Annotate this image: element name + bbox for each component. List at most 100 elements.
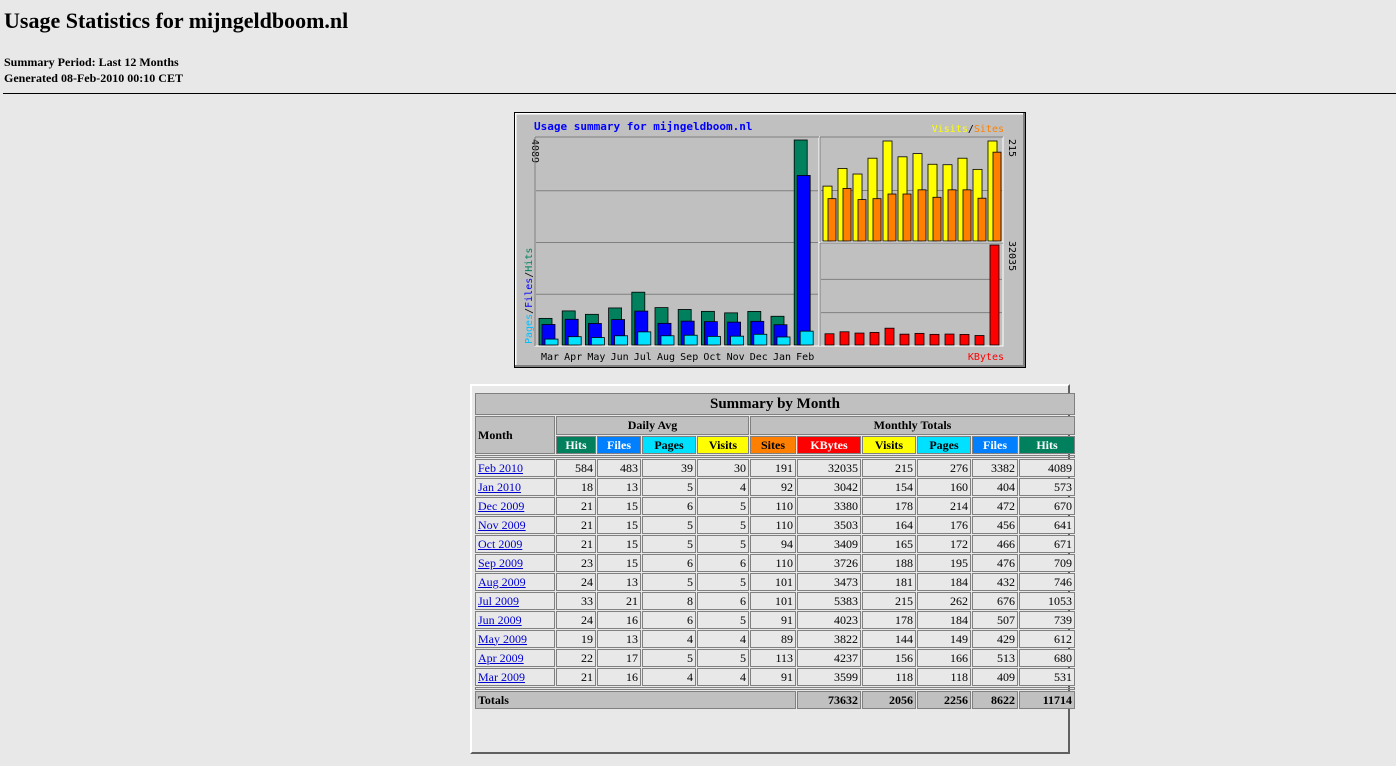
month-link[interactable]: Feb 2010: [478, 461, 523, 475]
totals-row: Totals 73632 2056 2256 8622 11714: [475, 691, 1076, 709]
month-link[interactable]: Apr 2009: [478, 651, 524, 665]
monthly-files-cell: 466: [972, 535, 1018, 553]
month-axis-label: Jun: [611, 352, 629, 363]
daily-visits-cell: 5: [697, 573, 749, 591]
monthly-files-cell: 472: [972, 497, 1018, 515]
daily-files-cell: 15: [597, 554, 641, 572]
monthly-kbytes-cell: 3726: [797, 554, 861, 572]
daily-pages-cell: 4: [642, 668, 696, 686]
monthly-visits-cell: 181: [862, 573, 916, 591]
monthly-sites-cell: 101: [750, 592, 796, 610]
monthly-hits-cell: 680: [1019, 649, 1076, 667]
month-cell: Nov 2009: [475, 516, 555, 534]
month-cell: Jun 2009: [475, 611, 555, 629]
monthly-sites-header: Sites: [750, 436, 796, 454]
table-row: Mar 2009 21 16 4 4 91 3599 118 118 409 531: [475, 668, 1076, 686]
daily-pages-cell: 5: [642, 649, 696, 667]
month-axis-label: Dec: [750, 352, 768, 363]
table-row: Apr 2009 22 17 5 5 113 4237 156 166 513 680: [475, 649, 1076, 667]
month-link[interactable]: Oct 2009: [478, 537, 522, 551]
totals-label: Totals: [475, 691, 796, 709]
month-link[interactable]: Dec 2009: [478, 499, 524, 513]
axis-label-files: Files: [524, 278, 535, 308]
sites-bar: [857, 199, 867, 242]
table-row: Oct 2009 21 15 5 5 94 3409 165 172 466 671: [475, 535, 1076, 553]
table-row: Jan 2010 18 13 5 4 92 3042 154 160 404 573: [475, 478, 1076, 496]
month-axis-label: Aug: [657, 352, 675, 363]
month-link[interactable]: Jan 2010: [478, 480, 521, 494]
month-link[interactable]: Aug 2009: [478, 575, 526, 589]
table-row: Aug 2009 24 13 5 5 101 3473 181 184 432 746: [475, 573, 1076, 591]
monthly-files-cell: 429: [972, 630, 1018, 648]
monthly-files-cell: 676: [972, 592, 1018, 610]
monthly-sites-cell: 91: [750, 611, 796, 629]
month-column-header: Month: [475, 416, 555, 454]
daily-pages-cell: 8: [642, 592, 696, 610]
sites-bar: [947, 189, 957, 242]
month-link[interactable]: Mar 2009: [478, 670, 525, 684]
visits-max-label: 215: [1006, 139, 1017, 157]
generated-date: Generated 08-Feb-2010 00:10 CET: [4, 71, 183, 85]
month-cell: Dec 2009: [475, 497, 555, 515]
table-caption: Summary by Month: [475, 393, 1076, 415]
month-axis-label: Nov: [727, 352, 745, 363]
daily-avg-header: Daily Avg: [556, 416, 749, 435]
daily-visits-cell: 4: [697, 478, 749, 496]
pages-files-hits-axis-label: Pages/Files/Hits: [524, 248, 535, 344]
month-link[interactable]: Jun 2009: [478, 613, 522, 627]
daily-visits-cell: 6: [697, 592, 749, 610]
sites-bar: [977, 197, 987, 242]
monthly-pages-cell: 184: [917, 611, 971, 629]
monthly-sites-cell: 110: [750, 497, 796, 515]
month-link[interactable]: Nov 2009: [478, 518, 526, 532]
sites-bar: [992, 151, 1002, 242]
month-cell: Oct 2009: [475, 535, 555, 553]
daily-files-header: Files: [597, 436, 641, 454]
monthly-visits-cell: 144: [862, 630, 916, 648]
monthly-visits-cell: 156: [862, 649, 916, 667]
daily-files-cell: 17: [597, 649, 641, 667]
daily-pages-cell: 6: [642, 611, 696, 629]
month-cell: Aug 2009: [475, 573, 555, 591]
daily-pages-cell: 39: [642, 459, 696, 477]
sites-bar: [842, 188, 852, 242]
kbytes-bar: [869, 332, 880, 346]
monthly-pages-cell: 176: [917, 516, 971, 534]
summary-period: Summary Period: Last 12 Months: [4, 55, 179, 69]
chart-title: Usage summary for mijngeldboom.nl: [534, 120, 753, 133]
daily-files-cell: 13: [597, 630, 641, 648]
monthly-kbytes-cell: 3409: [797, 535, 861, 553]
summary-rows: Feb 2010 584 483 39 30 191 32035 215 276 3382 4089…: [475, 459, 1076, 686]
monthly-hits-cell: 641: [1019, 516, 1076, 534]
daily-hits-cell: 21: [556, 535, 596, 553]
sites-bar: [917, 189, 927, 242]
sites-bar: [887, 193, 897, 242]
month-axis-label: Oct: [703, 352, 721, 363]
kbytes-bar: [989, 244, 1000, 346]
month-cell: Jul 2009: [475, 592, 555, 610]
total-files: 8622: [972, 691, 1018, 709]
monthly-files-cell: 3382: [972, 459, 1018, 477]
month-cell: Jan 2010: [475, 478, 555, 496]
daily-visits-cell: 5: [697, 497, 749, 515]
monthly-visits-cell: 178: [862, 497, 916, 515]
month-link[interactable]: Jul 2009: [478, 594, 519, 608]
monthly-pages-cell: 160: [917, 478, 971, 496]
summary-by-month-panel: Summary by Month Month Daily Avg Monthly…: [470, 384, 1076, 754]
daily-hits-cell: 18: [556, 478, 596, 496]
daily-visits-cell: 5: [697, 535, 749, 553]
monthly-files-cell: 404: [972, 478, 1018, 496]
usage-chart-svg: Usage summary for mijngeldboom.nl Visits…: [515, 113, 1025, 367]
monthly-hits-cell: 671: [1019, 535, 1076, 553]
month-link[interactable]: Sep 2009: [478, 556, 523, 570]
daily-hits-cell: 21: [556, 497, 596, 515]
kbytes-bar: [944, 333, 955, 346]
table-row: Feb 2010 584 483 39 30 191 32035 215 276 3382 4089: [475, 459, 1076, 477]
month-cell: May 2009: [475, 630, 555, 648]
monthly-visits-cell: 118: [862, 668, 916, 686]
month-link[interactable]: May 2009: [478, 632, 527, 646]
kbytes-bar: [959, 334, 970, 346]
monthly-sites-cell: 89: [750, 630, 796, 648]
monthly-pages-cell: 149: [917, 630, 971, 648]
pages-bar: [544, 338, 559, 346]
